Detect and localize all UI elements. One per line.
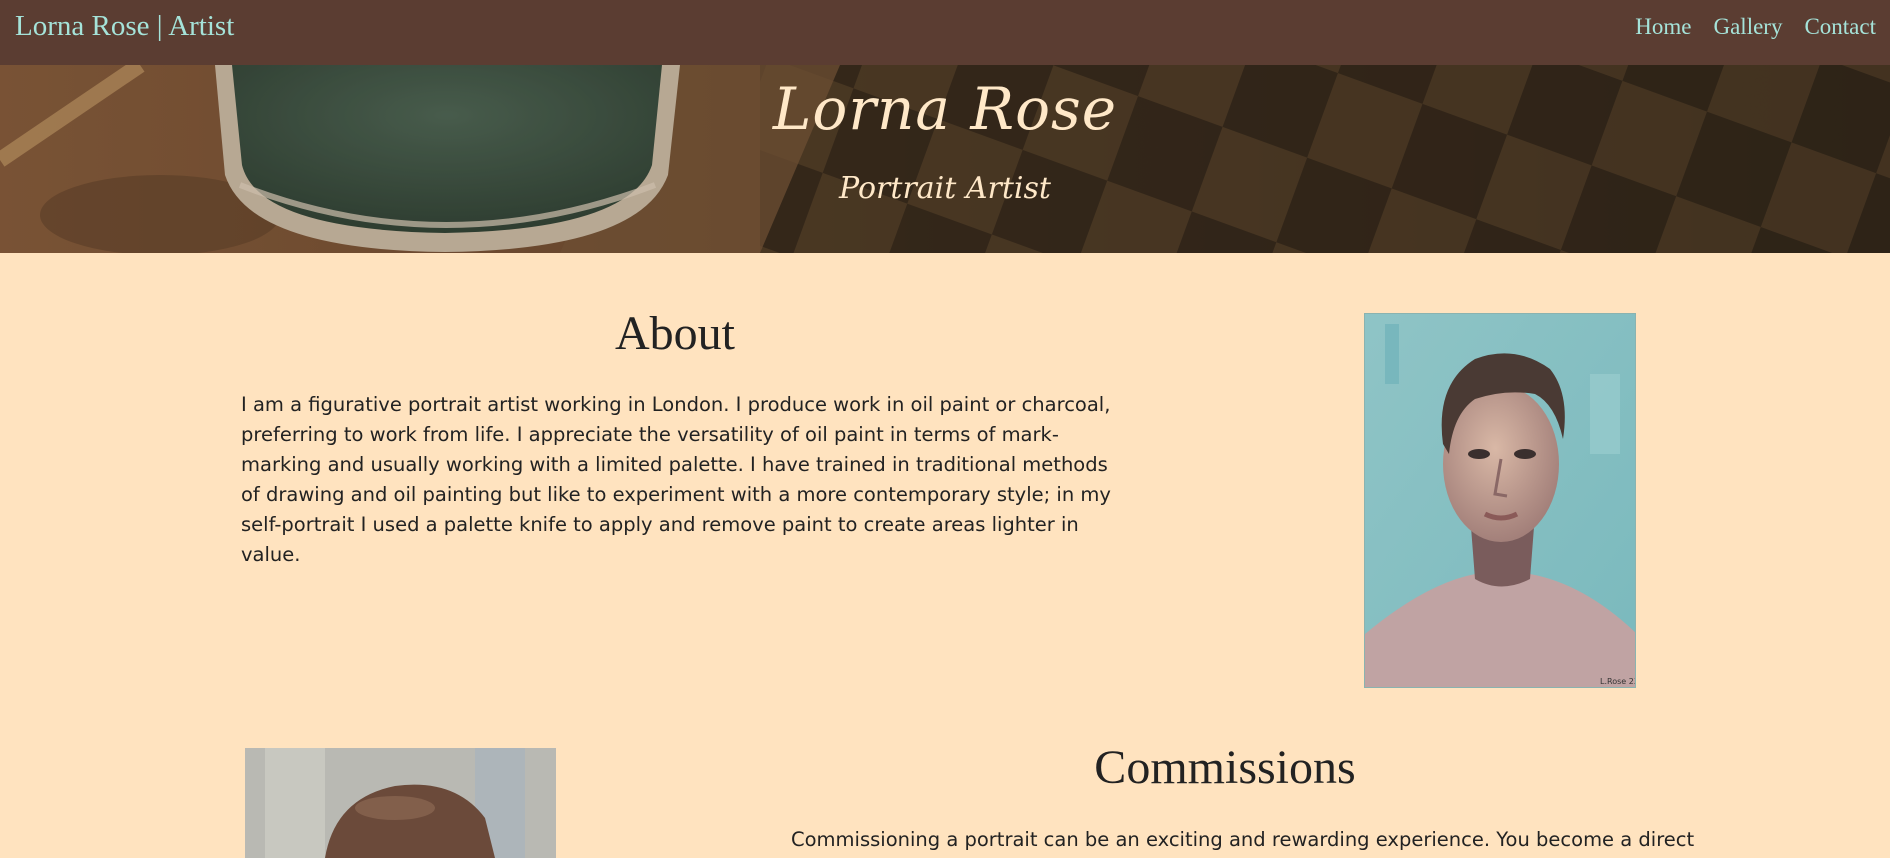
self-portrait-image: L.Rose 23 xyxy=(1364,313,1636,688)
commission-painting xyxy=(245,748,556,858)
about-heading: About xyxy=(615,307,735,360)
nav-link-gallery[interactable]: Gallery xyxy=(1713,14,1782,40)
hero-subtitle: Portrait Artist xyxy=(839,171,1051,206)
commissions-text: Commissioning a portrait can be an excit… xyxy=(791,828,1695,851)
commission-portrait-image xyxy=(245,748,556,858)
commissions-heading: Commissions xyxy=(1094,741,1356,794)
about-text: I am a figurative portrait artist workin… xyxy=(241,393,1111,566)
navbar: Lorna Rose | Artist Home Gallery Contact xyxy=(0,0,1890,65)
hero-banner: Lorna Rose Portrait Artist xyxy=(0,65,1890,253)
hero-title: Lorna Rose xyxy=(772,75,1118,143)
brand-link[interactable]: Lorna Rose | Artist xyxy=(15,10,234,43)
nav-link-home[interactable]: Home xyxy=(1635,14,1691,40)
nav-link-contact[interactable]: Contact xyxy=(1804,14,1876,40)
portrait-signature: L.Rose 23 xyxy=(1600,677,1636,686)
portrait-painting: L.Rose 23 xyxy=(1365,314,1636,687)
nav-links: Home Gallery Contact xyxy=(1635,14,1876,40)
